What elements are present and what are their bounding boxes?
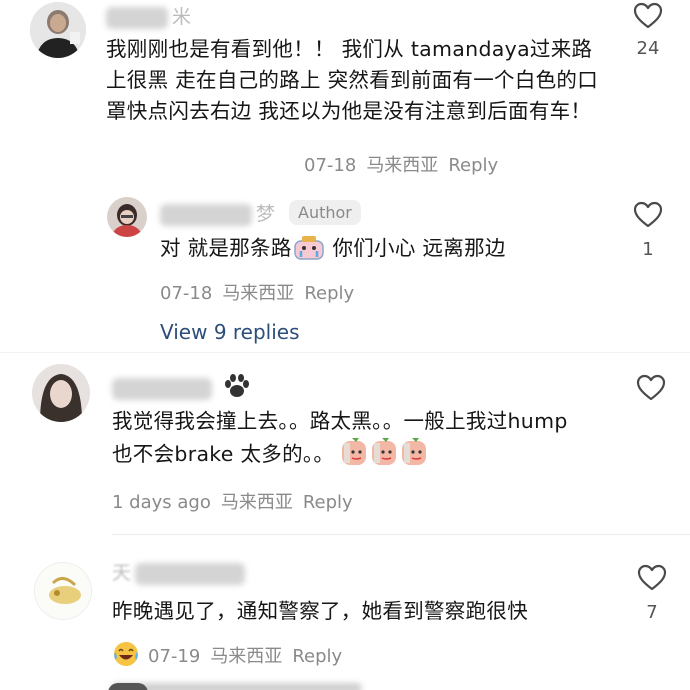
comment-item: 天 昨晚遇见了，通知警察了，她看到警察跑很快 07-19 马来西亚 Reply 7 [0, 550, 690, 690]
username[interactable]: 梦 [160, 199, 275, 226]
author-badge: Author [289, 200, 361, 225]
comment-meta: 1 days ago 马来西亚 Reply [112, 488, 363, 514]
crying-sticker-icon [292, 233, 326, 270]
reply-button[interactable]: Reply [304, 283, 354, 304]
reply-button[interactable]: Reply [303, 492, 353, 513]
reply-date: 07-18 [160, 283, 213, 304]
divider [0, 352, 690, 353]
reply-button[interactable]: Reply [448, 155, 498, 176]
avatar[interactable] [107, 197, 147, 237]
avatar[interactable] [34, 562, 92, 620]
comment-date: 07-18 [304, 155, 357, 176]
comment-text: 昨晚遇见了，通知警察了，她看到警察跑很快 [112, 599, 528, 623]
username[interactable] [112, 372, 252, 405]
username[interactable]: 米 [106, 2, 191, 29]
comment-location: 马来西亚 [366, 155, 439, 176]
comment-meta: 07-19 马来西亚 Reply [112, 640, 352, 673]
comment-meta: 07-18 马来西亚 Reply [304, 151, 508, 177]
username[interactable]: 天 [112, 558, 246, 585]
comment-text: 我刚刚也是有看到他！！ 我们从 tamandaya过来路上很黑 走在自己的路上 … [106, 37, 599, 123]
reply-button[interactable]: Reply [292, 646, 342, 667]
reply-item: 梦 Author 对 就是那条路 你们小心 远离那边 07-18 马来西亚 Repl… [0, 185, 690, 315]
comment-text: 我觉得我会撞上去。。路太黑。。一般上我过hump也不会brake 太多的。。 [112, 406, 582, 476]
heart-outline-icon[interactable] [633, 2, 663, 29]
heart-outline-icon[interactable] [637, 564, 667, 591]
tears-of-joy-emoji-icon [112, 640, 140, 673]
comment-item: 我觉得我会撞上去。。路太黑。。一般上我过hump也不会brake 太多的。。 1… [0, 360, 690, 530]
like-count: 1 [642, 239, 654, 260]
divider [112, 534, 690, 535]
reply-text: 对 就是那条路 你们小心 远离那边 [160, 233, 600, 270]
reply-meta: 07-18 马来西亚 Reply [160, 279, 364, 305]
paw-emoji-icon [222, 372, 252, 405]
reply-location: 马来西亚 [222, 283, 295, 304]
like-count: 7 [646, 602, 658, 623]
comment-location: 马来西亚 [220, 492, 293, 513]
heart-outline-icon[interactable] [633, 201, 663, 228]
comment-location: 马来西亚 [210, 646, 283, 667]
partial-next-avatar [108, 683, 148, 690]
avatar[interactable] [32, 364, 90, 422]
reply-text-part: 你们小心 远离那边 [332, 236, 506, 260]
comment-date: 07-19 [148, 646, 201, 667]
heart-outline-icon[interactable] [636, 374, 666, 401]
comment-date: 1 days ago [112, 492, 211, 513]
reply-text-part: 对 就是那条路 [160, 236, 292, 260]
view-replies-button[interactable]: View 9 replies [160, 320, 300, 344]
partial-next-comment [112, 683, 362, 690]
comment-item: 米 我刚刚也是有看到他！！ 我们从 tamandaya过来路上很黑 走在自己的路… [0, 0, 690, 185]
peach-sticker-icon [340, 437, 430, 476]
avatar[interactable] [30, 2, 86, 58]
like-count: 24 [636, 38, 660, 59]
